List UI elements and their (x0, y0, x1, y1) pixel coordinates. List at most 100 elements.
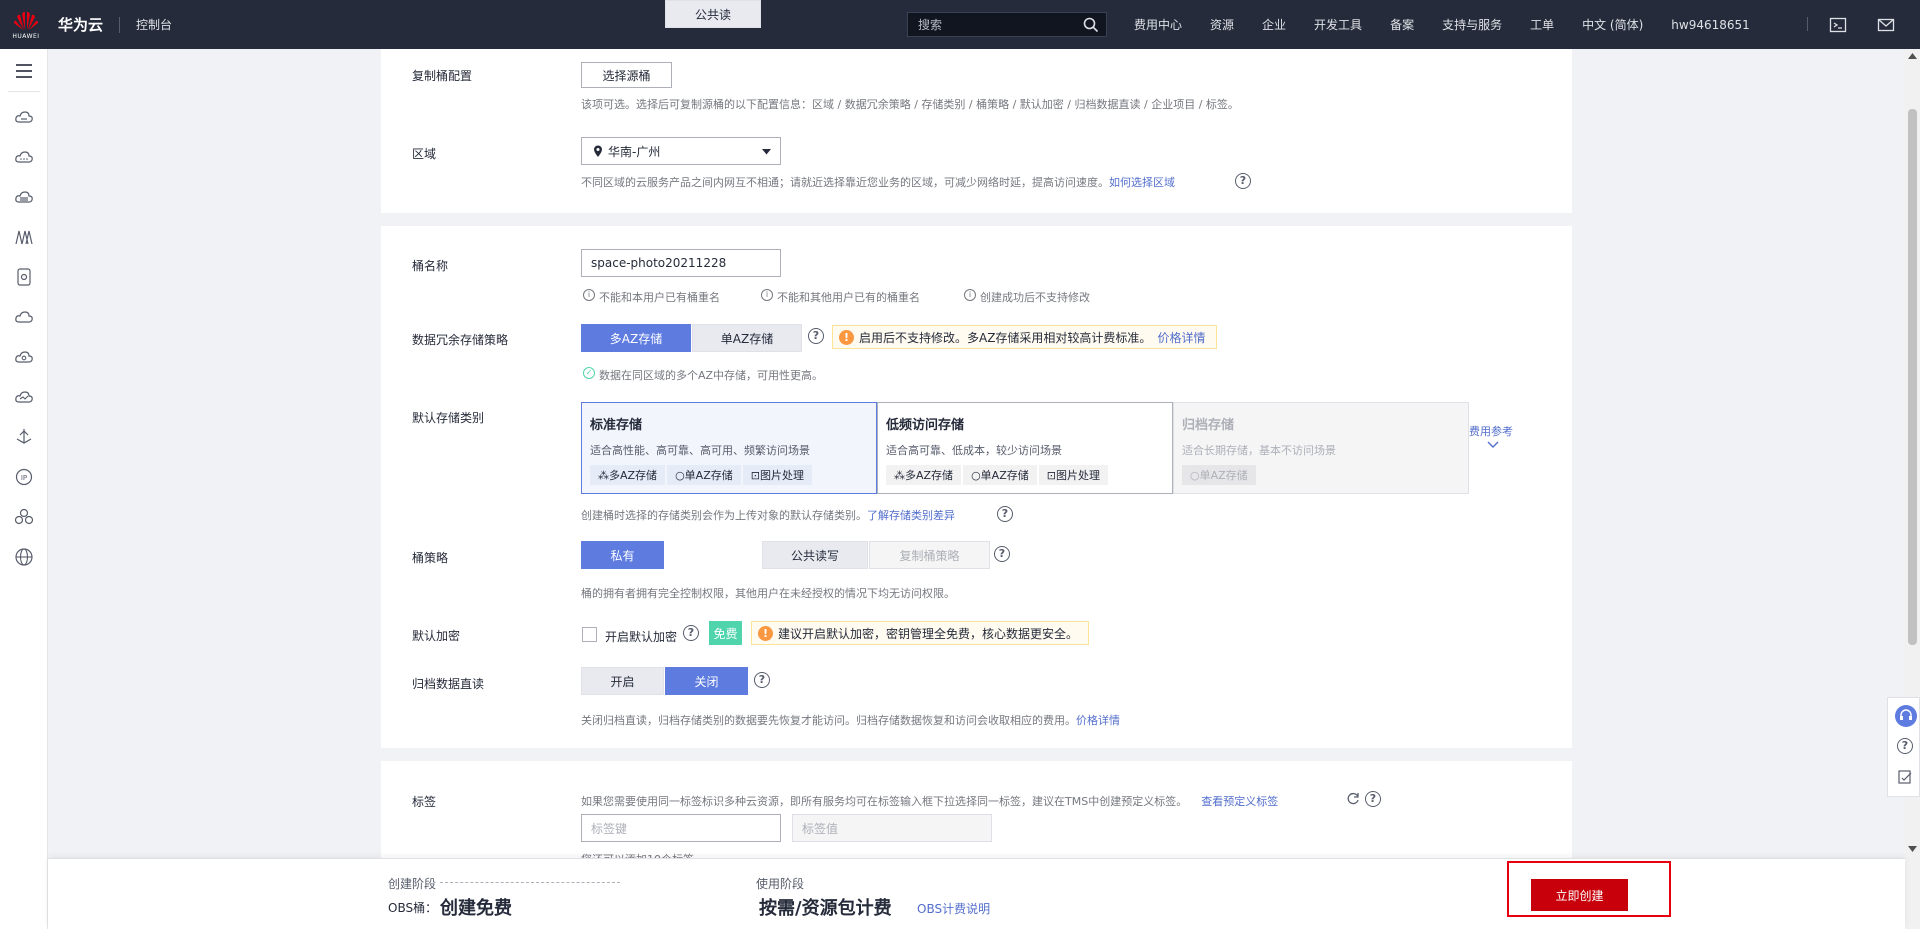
nav-resources[interactable]: 资源 (1196, 16, 1248, 33)
nav-billing[interactable]: 费用中心 (1120, 16, 1196, 33)
tag-image-processing: ⊡ 图片处理 (742, 465, 812, 485)
card-title: 低频访问存储 (886, 418, 965, 433)
help-icon[interactable]: ? (997, 506, 1013, 522)
help-icon[interactable]: ? (754, 672, 770, 688)
rule-text: 创建成功后不支持修改 (980, 291, 1090, 304)
storage-card-standard[interactable]: 标准存储 适合高性能、高可靠、高可用、频繁访问场景 ⁂ 多AZ存储 ○ 单AZ存储 … (581, 402, 877, 494)
user-account[interactable]: hw94618651 (1657, 18, 1764, 32)
how-to-choose-region-link[interactable]: 如何选择区域 (1109, 176, 1175, 189)
bucket-name-rule-2: i 不能和其他用户已有的桶重名 (761, 289, 920, 305)
encryption-checkbox-label[interactable]: 开启默认加密 (605, 628, 677, 645)
deploy-icon[interactable] (14, 427, 34, 447)
cloud-monitor-icon[interactable] (14, 387, 34, 407)
bucket-name-input[interactable]: space-photo20211228 (581, 249, 781, 277)
cloud-storage-icon[interactable] (14, 187, 34, 207)
terminal-icon[interactable] (1829, 16, 1847, 34)
archive-read-off-option[interactable]: 关闭 (665, 667, 748, 695)
mail-icon[interactable] (1877, 16, 1895, 34)
card-desc: 适合高性能、高可靠、高可用、频繁访问场景 (590, 444, 810, 457)
multi-az-option[interactable]: 多AZ存储 (581, 324, 691, 352)
copy-config-label: 复制桶配置 (412, 69, 473, 83)
obs-billing-link[interactable]: OBS计费说明 (917, 900, 990, 917)
stage-divider (440, 882, 620, 883)
chevron-down-icon[interactable] (1487, 441, 1499, 449)
cloud-server-icon[interactable] (14, 107, 34, 127)
help-icon[interactable]: ? (808, 328, 824, 344)
help-icon[interactable]: ? (994, 546, 1010, 562)
policy-private-option[interactable]: 私有 (581, 541, 664, 569)
svg-text:IP: IP (21, 474, 27, 482)
redundancy-warning: ! 启用后不支持修改。多AZ存储采用相对较高计费标准。 价格详情 (832, 325, 1217, 349)
nav-dev-tools[interactable]: 开发工具 (1300, 16, 1376, 33)
ip-icon[interactable]: IP (14, 467, 34, 487)
search-icon[interactable] (1082, 16, 1100, 34)
price-details-link[interactable]: 价格详情 (1157, 329, 1205, 346)
ok-hint-text: 数据在同区域的多个AZ中存储，可用性更高。 (599, 369, 824, 382)
hint-text: 如果您需要使用同一标签标识多种云资源，即所有服务均可在标签输入框下拉选择同一标签… (581, 795, 1188, 808)
database-icon[interactable] (14, 267, 34, 287)
cloud-security-icon[interactable] (14, 347, 34, 367)
cloud-icon[interactable] (14, 307, 34, 327)
brand-text: HUAWEI (12, 32, 40, 40)
warning-icon: ! (758, 626, 773, 641)
scroll-up-icon[interactable] (1908, 53, 1917, 59)
storage-class-diff-link[interactable]: 了解存储类别差异 (867, 509, 955, 522)
nav-language[interactable]: 中文 (简体) (1568, 16, 1657, 33)
predefined-tags-link[interactable]: 查看预定义标签 (1201, 795, 1278, 808)
redundancy-label: 数据冗余存储策略 (412, 333, 509, 347)
rule-text: 不能和本用户已有桶重名 (599, 291, 720, 304)
console-link[interactable]: 控制台 (136, 16, 172, 33)
stage1-prefix: OBS桶： (388, 901, 438, 915)
archive-read-label: 归档数据直读 (412, 677, 485, 691)
help-icon[interactable]: ? (683, 625, 699, 641)
cluster-icon[interactable] (14, 507, 34, 527)
fee-reference-link[interactable]: 费用参考 (1469, 423, 1513, 439)
bucket-name-rule-1: i 不能和本用户已有桶重名 (583, 289, 720, 305)
menu-icon[interactable] (14, 61, 34, 81)
help-icon[interactable]: ? (1897, 738, 1913, 754)
nav-support[interactable]: 支持与服务 (1428, 16, 1516, 33)
card-title: 归档存储 (1182, 418, 1235, 433)
warning-text: 建议开启默认加密，密钥管理全免费，核心数据更安全。 (778, 626, 1079, 641)
nav-icp[interactable]: 备案 (1376, 16, 1428, 33)
divider (119, 16, 121, 33)
help-icon[interactable]: ? (1235, 173, 1251, 189)
select-source-bucket-button[interactable]: 选择源桶 (581, 62, 672, 88)
redundancy-ok-hint: ✓ 数据在同区域的多个AZ中存储，可用性更高。 (583, 367, 823, 383)
search-placeholder: 搜索 (918, 18, 943, 32)
refresh-icon[interactable] (1346, 792, 1360, 806)
policy-public-read-option[interactable]: 公共读 (665, 0, 761, 28)
policy-public-rw-option[interactable]: 公共读写 (762, 541, 868, 569)
archive-price-link[interactable]: 价格详情 (1076, 714, 1120, 727)
archive-read-on-option[interactable]: 开启 (581, 667, 664, 695)
search-input[interactable]: 搜索 (907, 12, 1107, 37)
storage-card-infrequent[interactable]: 低频访问存储 适合高可靠、低成本，较少访问场景 ⁂ 多AZ存储 ○ 单AZ存储 ⊡ 图… (877, 402, 1173, 494)
region-select[interactable]: 华南-广州 (581, 137, 781, 165)
tags-hint: 如果您需要使用同一标签标识多种云资源，即所有服务均可在标签输入框下拉选择同一标签… (581, 793, 1278, 809)
policy-hint: 桶的拥有者拥有完全控制权限，其他用户在未经授权的情况下均无访问权限。 (581, 587, 955, 600)
page-scrollbar[interactable] (1905, 49, 1920, 929)
network-icon[interactable] (14, 227, 34, 247)
tag-single-az: ○ 单AZ存储 (667, 465, 741, 485)
hint-text: 创建桶时选择的存储类别会作为上传对象的默认存储类别。 (581, 509, 867, 522)
scrollbar-thumb[interactable] (1908, 109, 1917, 645)
storage-card-archive: 归档存储 适合长期存储，基本不访问场景 ○ 单AZ存储 (1173, 402, 1469, 494)
nav-ticket[interactable]: 工单 (1516, 16, 1568, 33)
encryption-checkbox[interactable] (582, 627, 597, 642)
card-desc: 适合高可靠、低成本，较少访问场景 (886, 444, 1062, 457)
nav-enterprise[interactable]: 企业 (1248, 16, 1300, 33)
help-icon[interactable]: ? (1365, 791, 1381, 807)
feedback-icon[interactable] (1897, 769, 1913, 785)
scroll-down-icon[interactable] (1908, 846, 1917, 852)
site-name[interactable]: 华为云 (58, 14, 103, 35)
tag-key-input[interactable]: 标签键 (581, 814, 781, 842)
cloud-service-icon[interactable] (14, 147, 34, 167)
create-now-button[interactable]: 立即创建 (1531, 879, 1628, 911)
customer-service-icon[interactable] (1895, 705, 1917, 727)
huawei-logo[interactable]: HUAWEI (6, 0, 46, 49)
single-az-option[interactable]: 单AZ存储 (692, 324, 802, 352)
globe-icon[interactable] (14, 547, 34, 567)
region-value: 华南-广州 (608, 144, 661, 159)
huawei-flower-icon (14, 11, 38, 30)
storage-class-hint: 创建桶时选择的存储类别会作为上传对象的默认存储类别。了解存储类别差异 (581, 507, 955, 523)
